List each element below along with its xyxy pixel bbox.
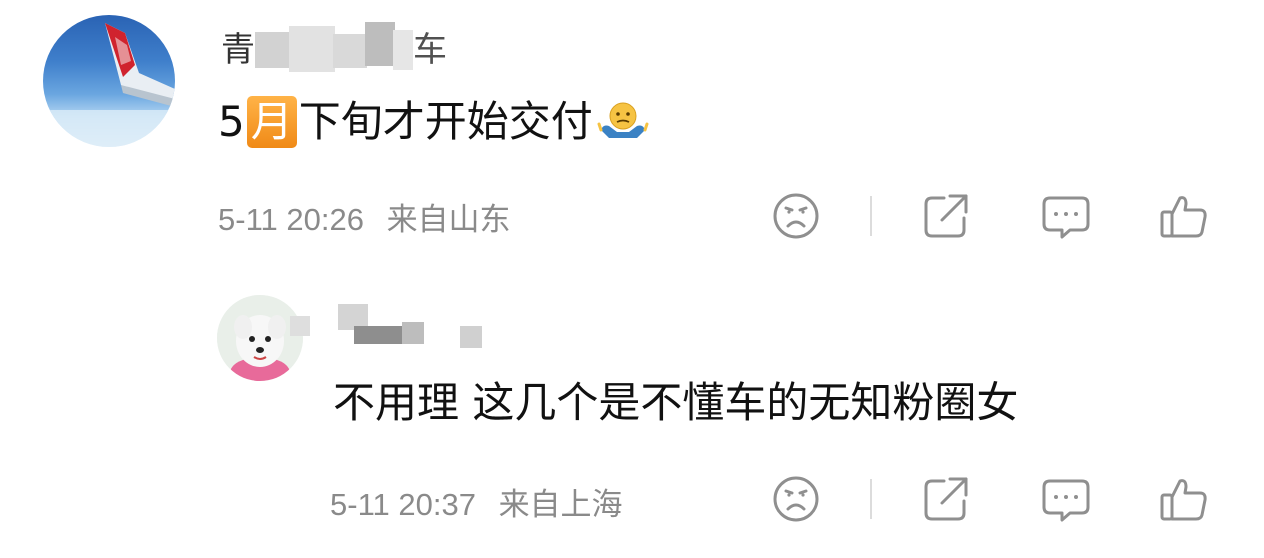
sad-face-icon[interactable] [770, 190, 822, 242]
avatar[interactable] [43, 15, 175, 147]
shrug-emoji-icon [597, 96, 649, 148]
month-badge: 月 [246, 96, 297, 148]
mosaic-block [290, 316, 310, 336]
divider [870, 479, 872, 519]
mosaic-block [333, 34, 367, 68]
airplane-tail-image [43, 23, 175, 147]
comment-icon[interactable] [1040, 473, 1092, 525]
comment-text-suffix: 下旬才开始交付 [298, 97, 593, 146]
like-icon[interactable] [1158, 190, 1210, 242]
username-first-char: 青 [221, 30, 255, 70]
comment-text-prefix: 5 [218, 97, 245, 146]
username-redacted[interactable] [290, 300, 510, 356]
mosaic-block [365, 22, 395, 66]
comment-actions [0, 190, 1264, 246]
sad-face-icon[interactable] [770, 473, 822, 525]
mosaic-block [354, 326, 406, 344]
mosaic-block [460, 326, 482, 348]
mosaic-block [289, 26, 335, 72]
divider [870, 196, 872, 236]
like-icon[interactable] [1158, 473, 1210, 525]
reply-actions [0, 473, 1264, 529]
share-icon[interactable] [920, 190, 972, 242]
share-icon[interactable] [920, 473, 972, 525]
comment-text: 5 月 下旬才开始交付 [218, 92, 649, 152]
comment-icon[interactable] [1040, 190, 1092, 242]
username-last-char: 车 [413, 30, 447, 70]
mosaic-block [393, 30, 413, 70]
mosaic-block [255, 32, 291, 68]
mosaic-block [402, 322, 424, 344]
reply-text: 不用理 这几个是不懂车的无知粉圈女 [333, 378, 1019, 427]
